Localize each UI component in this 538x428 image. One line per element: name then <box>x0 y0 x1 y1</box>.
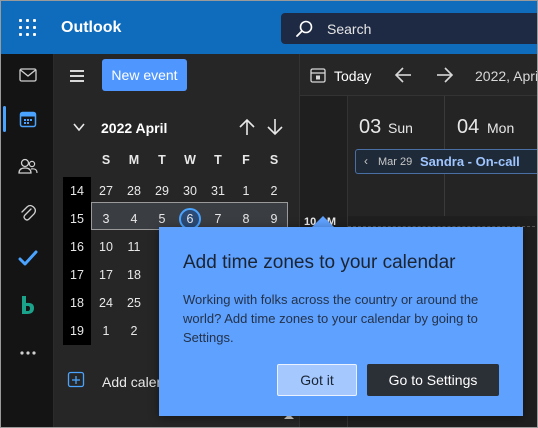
weekday-header: W <box>184 153 196 167</box>
top-bar: Outlook Search <box>1 1 537 54</box>
week-number[interactable]: 16 <box>63 233 91 261</box>
callout-title: Add time zones to your calendar <box>183 252 456 273</box>
calendar-day[interactable]: 17 <box>92 261 120 289</box>
week-number[interactable]: 14 <box>63 177 91 205</box>
calendar-day[interactable]: 28 <box>120 177 148 205</box>
event-title: Sandra - On-call <box>420 154 520 169</box>
day-name: Mon <box>487 120 515 136</box>
arrow-up-icon[interactable] <box>238 117 256 137</box>
weekday-header: T <box>158 153 166 167</box>
calendar-icon[interactable] <box>15 106 41 132</box>
calendar-day[interactable]: 18 <box>120 261 148 289</box>
arrow-left-icon[interactable] <box>393 66 413 84</box>
callout-body: Working with folks across the country or… <box>183 292 479 345</box>
new-event-button[interactable]: New event <box>102 59 187 91</box>
chevron-left-icon: ‹ <box>364 154 368 168</box>
calendar-today-icon[interactable] <box>310 67 326 83</box>
week-number[interactable]: 17 <box>63 261 91 289</box>
calendar-day[interactable]: 4 <box>120 205 148 233</box>
timezone-callout: Add time zones to your calendar Working … <box>159 227 523 416</box>
arrow-right-icon[interactable] <box>435 66 455 84</box>
calendar-day[interactable]: 1 <box>92 317 120 345</box>
weekday-header: M <box>128 153 140 167</box>
calendar-day[interactable]: 31 <box>204 177 232 205</box>
week-number[interactable]: 19 <box>63 317 91 345</box>
paperclip-icon[interactable] <box>15 200 41 226</box>
all-day-event[interactable]: ‹ Mar 29 Sandra - On-call <box>355 149 537 174</box>
weekday-header: F <box>242 153 250 167</box>
people-icon[interactable] <box>15 153 41 179</box>
chevron-down-icon[interactable] <box>72 120 86 134</box>
weekday-header: S <box>101 153 111 167</box>
search-icon <box>296 20 313 37</box>
app-rail <box>1 54 54 427</box>
app-launcher-icon[interactable] <box>18 18 38 38</box>
callout-beak <box>312 216 334 227</box>
event-start-date: Mar 29 <box>378 156 413 168</box>
add-calendar-icon[interactable] <box>67 370 85 388</box>
search-box[interactable]: Search <box>281 13 537 44</box>
calendar-day[interactable]: 2 <box>120 317 148 345</box>
day-name: Sun <box>388 120 413 136</box>
arrow-down-icon[interactable] <box>266 117 284 137</box>
outlook-window: Outlook Search New event 2022 April S M … <box>0 0 538 428</box>
more-apps-icon[interactable] <box>15 340 41 366</box>
bookings-icon[interactable] <box>15 292 41 318</box>
calendar-day[interactable]: 30 <box>176 177 204 205</box>
app-title[interactable]: Outlook <box>61 19 121 37</box>
search-input[interactable]: Search <box>327 21 371 37</box>
go-to-settings-button[interactable]: Go to Settings <box>367 364 499 396</box>
day-number: 03 <box>359 116 382 138</box>
calendar-day[interactable]: 27 <box>92 177 120 205</box>
today-button[interactable]: Today <box>334 68 371 84</box>
mini-calendar-title[interactable]: 2022 April <box>101 120 167 136</box>
week-number[interactable]: 15 <box>63 205 91 233</box>
hamburger-menu-icon[interactable] <box>70 70 84 85</box>
calendar-day[interactable]: 10 <box>92 233 120 261</box>
calendar-day[interactable]: 25 <box>120 289 148 317</box>
calendar-day[interactable]: 11 <box>120 233 148 261</box>
calendar-day[interactable]: 1 <box>232 177 260 205</box>
calendar-day[interactable]: 24 <box>92 289 120 317</box>
weekday-header: T <box>214 153 222 167</box>
day-number: 04 <box>457 116 480 138</box>
calendar-toolbar: Today 2022, April <box>300 54 537 96</box>
calendar-day[interactable]: 29 <box>148 177 176 205</box>
calendar-day[interactable]: 3 <box>92 205 120 233</box>
weekday-header: S <box>269 153 279 167</box>
todo-check-icon[interactable] <box>15 245 41 271</box>
calendar-day[interactable]: 2 <box>260 177 288 205</box>
got-it-button[interactable]: Got it <box>277 364 357 396</box>
date-range-label[interactable]: 2022, April <box>475 68 537 84</box>
week-number[interactable]: 18 <box>63 289 91 317</box>
rail-selection-indicator <box>3 106 6 132</box>
mail-icon[interactable] <box>15 62 41 88</box>
